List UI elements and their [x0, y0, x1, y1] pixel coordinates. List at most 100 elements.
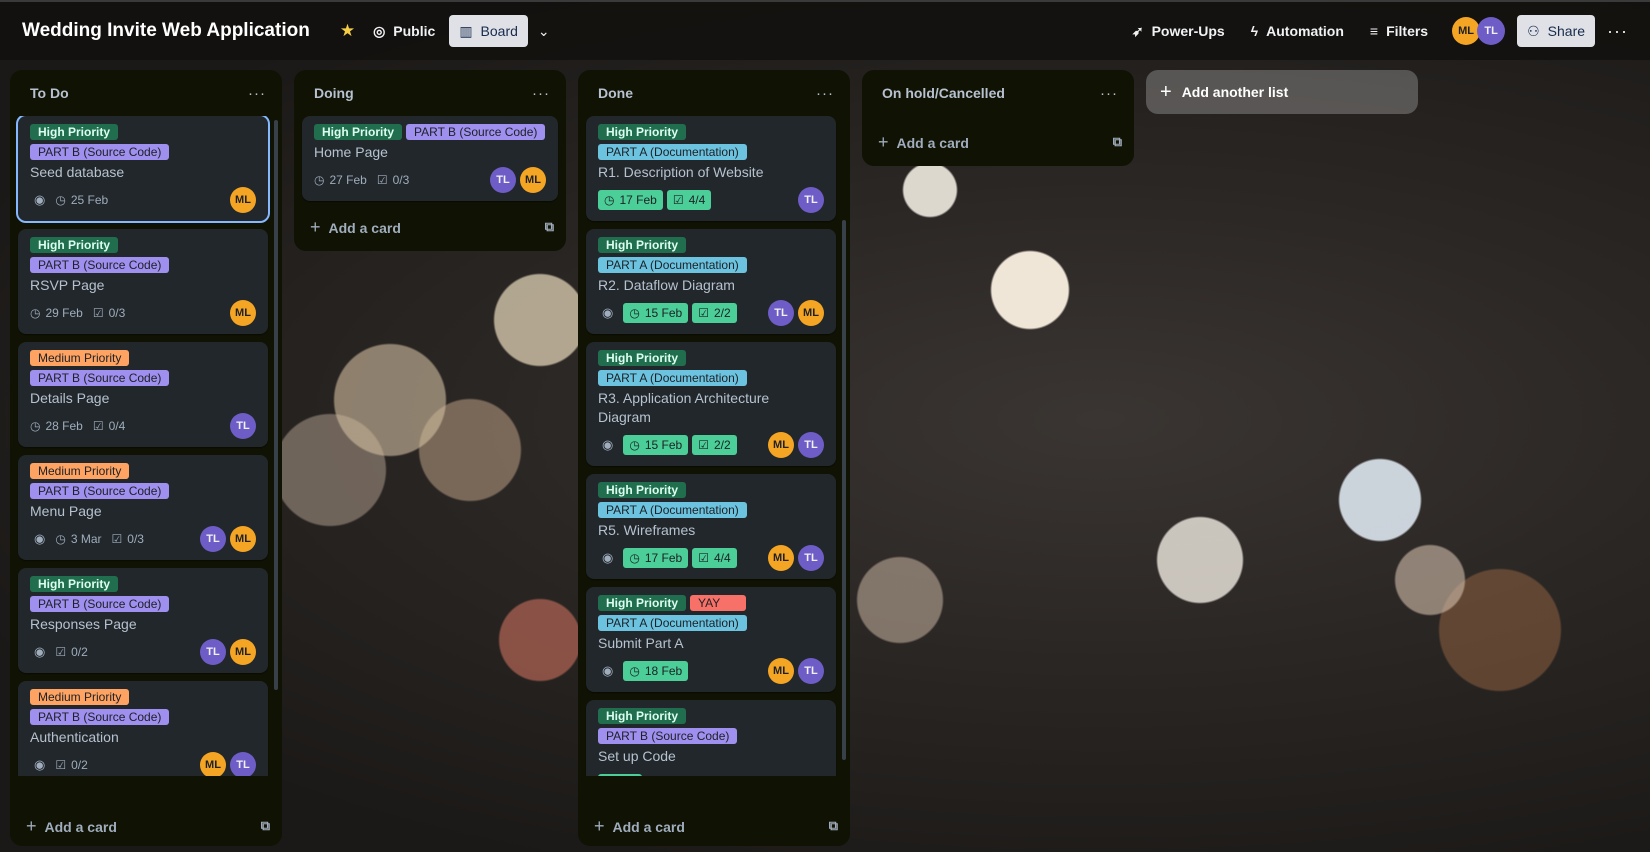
card-label[interactable]: High Priority — [314, 124, 403, 140]
card-label[interactable]: PART B (Source Code) — [406, 124, 546, 140]
card-label[interactable]: High Priority — [30, 576, 119, 592]
card-label[interactable]: High Priority — [30, 124, 119, 140]
card[interactable]: Medium Priority PART B (Source Code) Detai… — [18, 342, 268, 447]
avatar[interactable]: ML — [768, 545, 794, 571]
add-list-button[interactable]: + Add another list — [1146, 70, 1418, 114]
card[interactable]: High Priority PART B (Source Code) RSVP Pa… — [18, 229, 268, 334]
card[interactable]: High Priority YAY PART A (Documentation) Su… — [586, 587, 836, 692]
card-label[interactable]: High Priority — [598, 124, 687, 140]
star-icon[interactable]: ★ — [332, 21, 363, 41]
more-menu-icon[interactable]: ··· — [1601, 21, 1634, 42]
scrollbar[interactable] — [842, 220, 846, 760]
due-date-badge[interactable]: ◷ 15 Feb — [623, 435, 689, 455]
due-date-badge[interactable]: ◷ 18 Feb — [623, 661, 689, 681]
more-menu-icon[interactable]: ··· — [248, 85, 266, 102]
filters-button[interactable]: ≡ Filters — [1360, 15, 1438, 47]
avatar[interactable]: ML — [520, 167, 546, 193]
template-icon[interactable]: ⧉ — [545, 219, 554, 235]
card-label[interactable]: High Priority — [598, 708, 687, 724]
card-label[interactable]: PART B (Source Code) — [30, 370, 170, 386]
more-menu-icon[interactable]: ··· — [532, 85, 550, 102]
scrollbar[interactable] — [274, 120, 278, 690]
card-label[interactable]: PART B (Source Code) — [30, 144, 170, 160]
card-label[interactable]: PART A (Documentation) — [598, 502, 747, 518]
card[interactable]: High Priority PART A (Documentation) R3. A… — [586, 342, 836, 466]
avatar[interactable]: ML — [200, 752, 226, 776]
card-label[interactable]: YAY — [690, 595, 747, 611]
due-date-badge[interactable]: ◷ 17 Feb — [623, 548, 689, 568]
card-label[interactable]: High Priority — [598, 237, 687, 253]
list-title[interactable]: Done — [598, 85, 633, 101]
list-title[interactable]: On hold/Cancelled — [882, 85, 1005, 101]
add-card-button[interactable]: + Add a card ⧉ — [10, 810, 282, 842]
avatar[interactable]: ML — [230, 639, 256, 665]
due-date-badge[interactable]: ◷ 25 Feb — [55, 193, 108, 207]
card-label[interactable]: Medium Priority — [30, 463, 130, 479]
card-label[interactable]: High Priority — [598, 482, 687, 498]
chevron-down-icon[interactable]: ⌄ — [528, 23, 560, 40]
due-date-badge[interactable]: ◷ 28 Feb — [30, 419, 83, 433]
avatar[interactable]: TL — [798, 545, 824, 571]
template-icon[interactable]: ⧉ — [1113, 134, 1122, 150]
card-label[interactable]: High Priority — [30, 237, 119, 253]
card[interactable]: High Priority PART A (Documentation) R2. D… — [586, 229, 836, 334]
due-date-badge[interactable]: ◷ 27 Feb — [314, 173, 367, 187]
avatar[interactable]: TL — [200, 639, 226, 665]
card-label[interactable]: PART A (Documentation) — [598, 370, 747, 386]
avatar[interactable]: TL — [200, 526, 226, 552]
due-date-badge[interactable]: ◷ 15 Feb — [623, 303, 689, 323]
avatar[interactable]: ML — [230, 187, 256, 213]
card[interactable]: Medium Priority PART B (Source Code) Menu … — [18, 455, 268, 560]
card-label[interactable]: PART A (Documentation) — [598, 144, 747, 160]
card-label[interactable]: PART B (Source Code) — [30, 257, 170, 273]
card[interactable]: High Priority PART B (Source Code) Respons… — [18, 568, 268, 673]
avatar[interactable]: TL — [1477, 17, 1506, 45]
avatar[interactable]: ML — [768, 658, 794, 684]
card[interactable]: High Priority PART B (Source Code) Set up … — [586, 700, 836, 776]
card[interactable]: Medium Priority PART B (Source Code) Authe… — [18, 681, 268, 776]
board-title[interactable]: Wedding Invite Web Application — [22, 20, 310, 42]
card-label[interactable]: PART B (Source Code) — [30, 709, 170, 725]
card[interactable]: High Priority PART B (Source Code) Seed da… — [16, 116, 270, 223]
board-view-button[interactable]: ▥ Board — [449, 15, 528, 47]
avatar[interactable]: TL — [230, 752, 256, 776]
card-label[interactable]: High Priority — [598, 595, 687, 611]
template-icon[interactable]: ⧉ — [829, 818, 838, 834]
template-icon[interactable]: ⧉ — [261, 818, 270, 834]
avatar[interactable]: TL — [230, 413, 256, 439]
automation-button[interactable]: ϟ Automation — [1241, 15, 1354, 47]
list-title[interactable]: To Do — [30, 85, 69, 101]
card[interactable]: High Priority PART A (Documentation) R5. W… — [586, 474, 836, 579]
avatar[interactable]: TL — [490, 167, 516, 193]
card-label[interactable]: PART A (Documentation) — [598, 257, 747, 273]
avatar[interactable]: TL — [798, 658, 824, 684]
power-ups-button[interactable]: ➶ Power-Ups — [1122, 15, 1235, 47]
avatar[interactable]: ML — [230, 300, 256, 326]
card-label[interactable]: PART B (Source Code) — [598, 728, 738, 744]
share-button[interactable]: ⚇ Share — [1517, 15, 1596, 47]
card-label[interactable]: High Priority — [598, 350, 687, 366]
list-title[interactable]: Doing — [314, 85, 354, 101]
more-menu-icon[interactable]: ··· — [816, 85, 834, 102]
add-card-button[interactable]: + Add a card ⧉ — [862, 126, 1134, 158]
due-date-badge[interactable]: ◷ 17 Feb — [598, 190, 663, 210]
card[interactable]: High Priority PART A (Documentation) R1. D… — [586, 116, 836, 221]
card-label[interactable]: Medium Priority — [30, 350, 130, 366]
avatar[interactable]: ML — [768, 432, 794, 458]
avatar[interactable]: TL — [798, 432, 824, 458]
due-date-badge[interactable]: ◷ 3 Mar — [55, 532, 101, 546]
card-label[interactable]: PART A (Documentation) — [598, 615, 747, 631]
avatar[interactable]: ML — [1452, 17, 1481, 45]
avatar[interactable]: TL — [798, 187, 824, 213]
avatar[interactable]: ML — [230, 526, 256, 552]
avatar[interactable]: TL — [768, 300, 794, 326]
card-label[interactable]: Medium Priority — [30, 689, 130, 705]
card[interactable]: High Priority PART B (Source Code) Home Pa… — [302, 116, 558, 201]
add-card-button[interactable]: + Add a card ⧉ — [294, 211, 566, 243]
visibility-button[interactable]: ◎ Public — [363, 15, 445, 47]
avatar[interactable]: ML — [798, 300, 824, 326]
more-menu-icon[interactable]: ··· — [1100, 85, 1118, 102]
due-date-badge[interactable]: ◷ 29 Feb — [30, 306, 83, 320]
add-card-button[interactable]: + Add a card ⧉ — [578, 810, 850, 842]
card-label[interactable]: PART B (Source Code) — [30, 596, 170, 612]
